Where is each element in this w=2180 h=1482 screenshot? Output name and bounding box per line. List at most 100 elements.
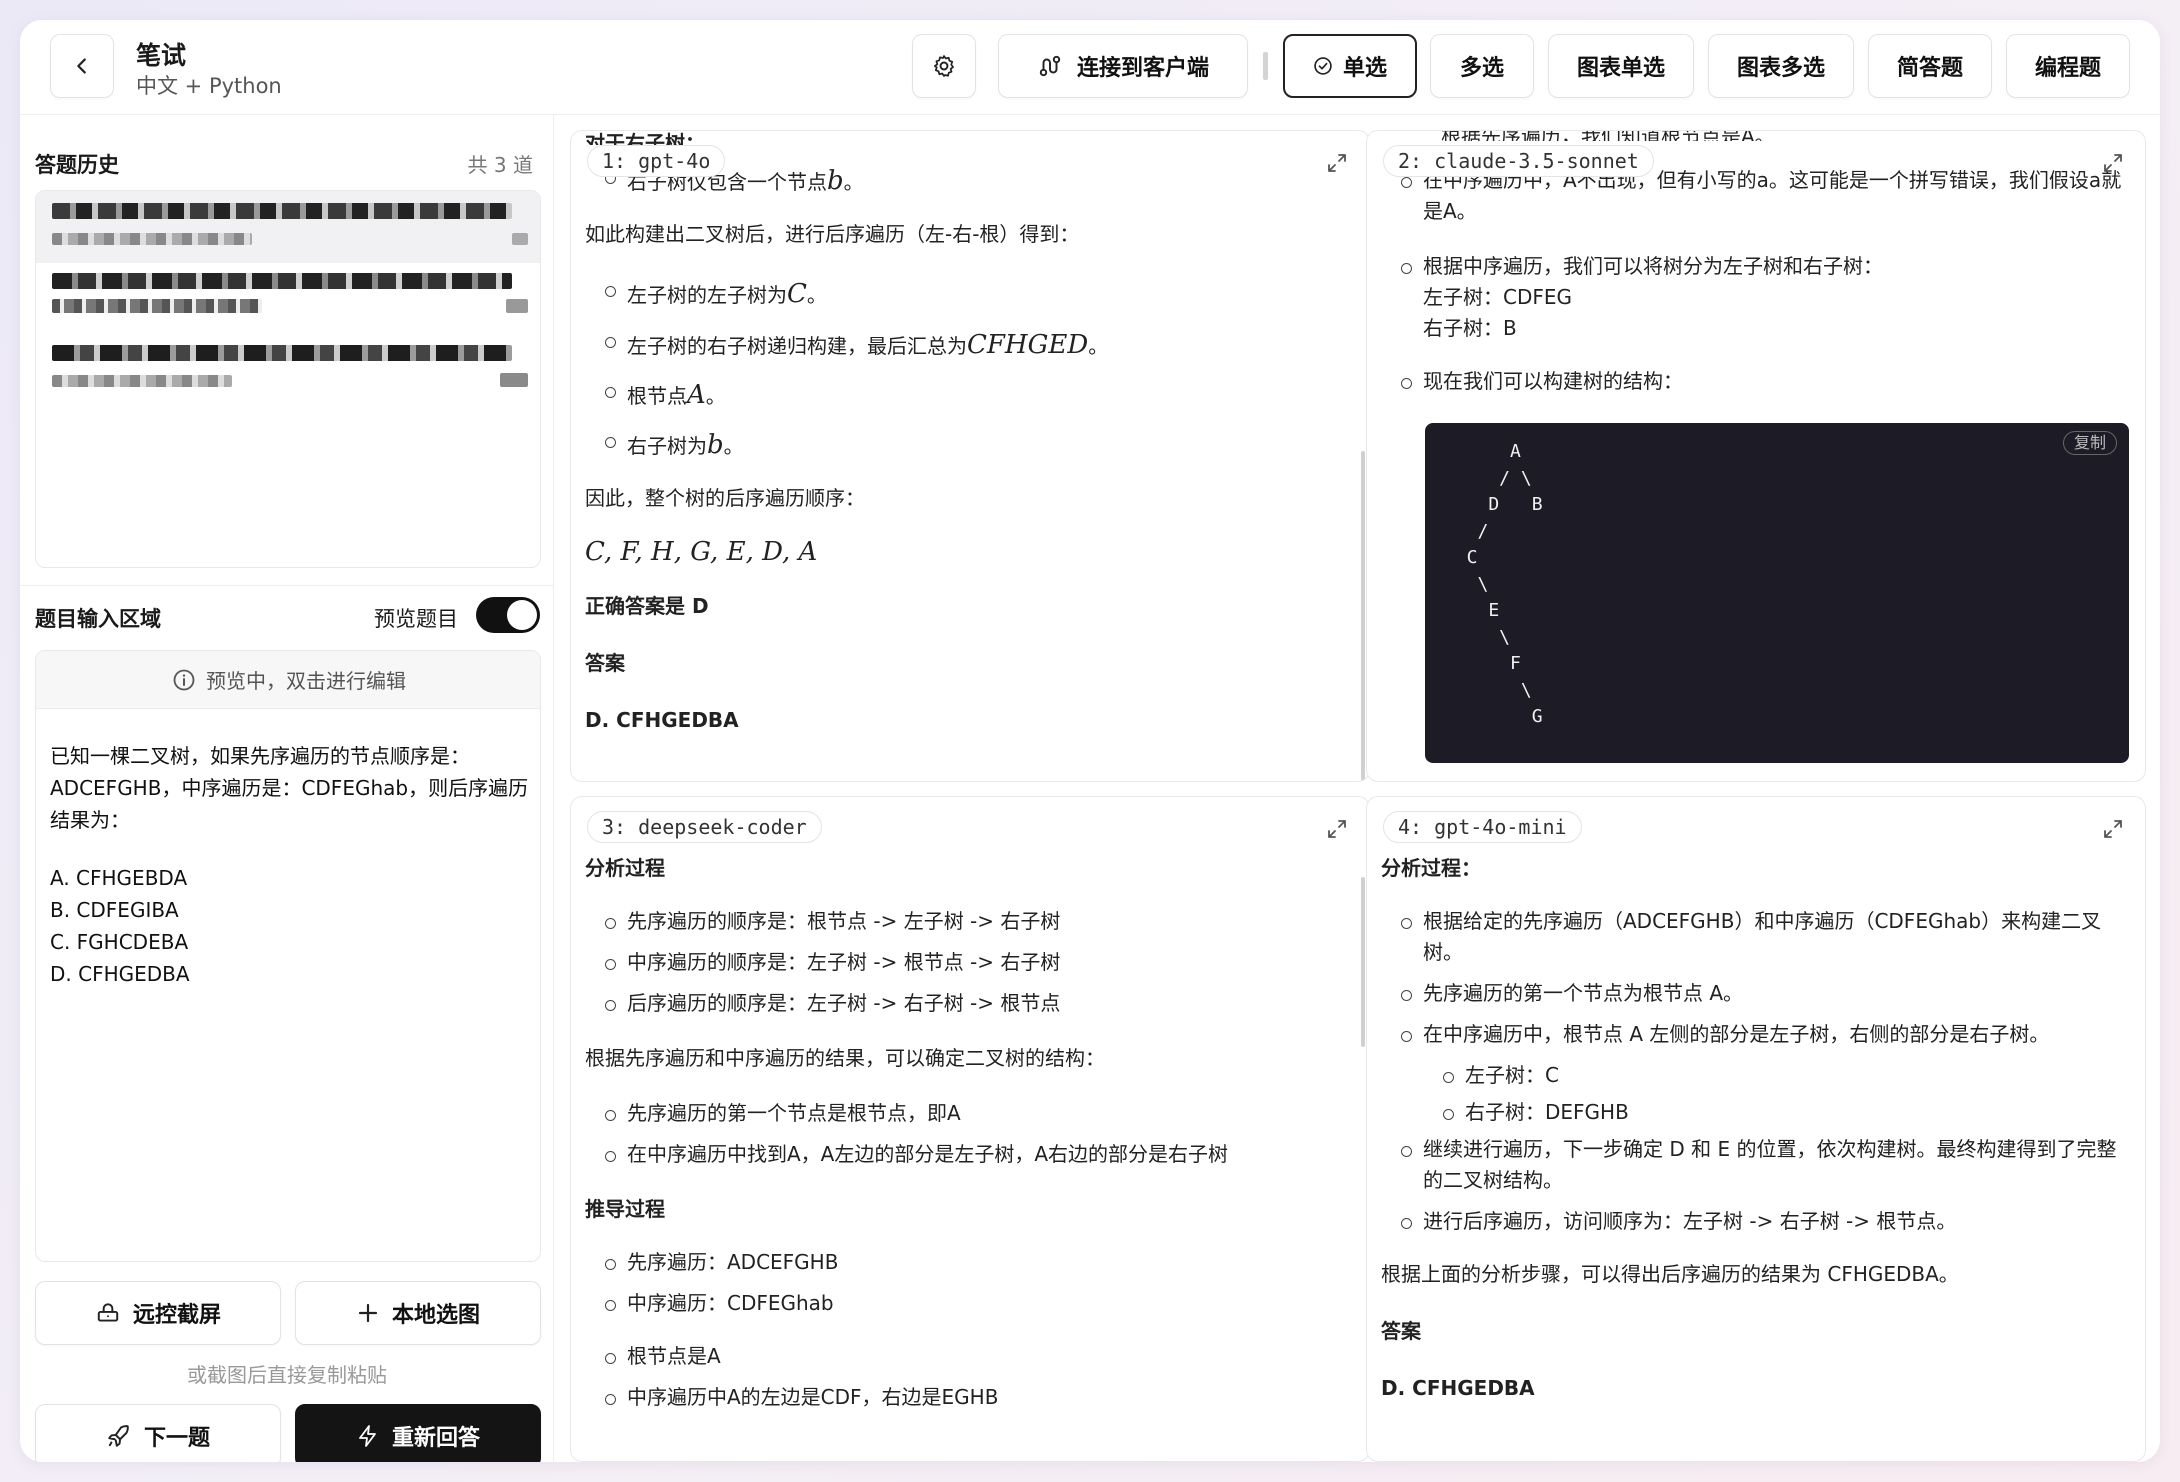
model-tag: 1: gpt-4o xyxy=(587,145,726,177)
list-item: 先序遍历的顺序是：根节点 -> 左子树 -> 右子树 xyxy=(585,906,1353,937)
gear-icon xyxy=(934,55,954,77)
code-text: A / \ D B / C \ E \ F \ G xyxy=(1466,441,1543,727)
preview-label: 预览题目 xyxy=(374,607,458,631)
copy-button[interactable]: 复制 xyxy=(2062,431,2117,455)
reanswer-label: 重新回答 xyxy=(391,1426,480,1451)
history-item[interactable] xyxy=(36,335,540,407)
list-item: 后序遍历的顺序是：左子树 -> 右子树 -> 根节点 xyxy=(585,988,1353,1019)
history-item[interactable] xyxy=(36,191,540,263)
tab-label: 单选 xyxy=(1342,56,1387,81)
local-select-button[interactable]: 本地选图 xyxy=(295,1281,541,1345)
list-item: 中序遍历中A的左边是CDF，右边是EGHB xyxy=(585,1382,1353,1413)
answer-content: 分析过程： 根据给定的先序遍历（ADCEFGHB）和中序遍历（CDFEGhab）… xyxy=(1381,853,2129,1461)
model-tag: 4: gpt-4o-mini xyxy=(1383,811,1582,843)
scrollbar[interactable] xyxy=(1361,877,1365,1047)
question-options: A. CFHGEBDA B. CDFEGIBA C. FGHCDEBA D. C… xyxy=(50,862,190,990)
postorder-sequence: C, F, H, G, E, D, A xyxy=(585,537,818,568)
sub-list-item: 右子树：DEFGHB xyxy=(1381,1097,2129,1128)
model-tag: 2: claude-3.5-sonnet xyxy=(1383,145,1654,177)
option-a: A. CFHGEBDA xyxy=(50,866,188,890)
expand-icon[interactable] xyxy=(2101,817,2125,841)
paragraph: 根据先序遍历和中序遍历的结果，可以确定二叉树的结构： xyxy=(585,1046,1105,1070)
left-sidebar: 答题历史 共 3 道 题目输入区域 预览题目 预览中，双击进行编辑 已知一棵二叉… xyxy=(20,115,554,1462)
cut-line: 对于右子树： xyxy=(585,131,705,145)
list-item: 在中序遍历中找到A，A左边的部分是左子树，A右边的部分是右子树 xyxy=(585,1139,1353,1170)
paragraph: 根据上面的分析步骤，可以得出后序遍历的结果为 CFHGEDBA。 xyxy=(1381,1262,1959,1286)
expand-icon[interactable] xyxy=(1325,151,1349,175)
history-list xyxy=(35,190,541,568)
tab-multi-choice[interactable]: 多选 xyxy=(1430,34,1534,98)
list-item: 先序遍历的第一个节点是根节点，即A xyxy=(585,1098,1353,1129)
list-item: 进行后序遍历，访问顺序为：左子树 -> 右子树 -> 根节点。 xyxy=(1381,1206,2129,1237)
top-bar: 笔试 中文 + Python 连接到客户端 单选 多选 图表单选 图表多选 简答… xyxy=(20,20,2160,115)
option-d: D. CFHGEDBA xyxy=(50,962,190,986)
expand-icon[interactable] xyxy=(2101,151,2125,175)
question-preview[interactable]: 预览中，双击进行编辑 已知一棵二叉树，如果先序遍历的节点顺序是：ADCEFGHB… xyxy=(35,650,541,1262)
tab-label: 多选 xyxy=(1459,56,1504,81)
list-item: 左子树的右子树递归构建，最后汇总为CFHGED。 xyxy=(585,325,1353,365)
input-area-title: 题目输入区域 xyxy=(35,607,161,631)
plus-icon xyxy=(358,1303,378,1323)
cut-line: 根据先序遍历，我们知道根节点是A。 xyxy=(1381,131,2129,141)
tab-programming[interactable]: 编程题 xyxy=(2006,34,2130,98)
list-item: 中序遍历的顺序是：左子树 -> 根节点 -> 右子树 xyxy=(585,947,1353,978)
list-item: 继续进行遍历，下一步确定 D 和 E 的位置，依次构建树。最终构建得到了完整的二… xyxy=(1381,1134,2129,1196)
tab-chart-single[interactable]: 图表单选 xyxy=(1548,34,1694,98)
next-question-label: 下一题 xyxy=(143,1426,210,1451)
check-circle-icon xyxy=(1314,57,1332,75)
expand-icon[interactable] xyxy=(1325,817,1349,841)
list-item: 左子树的左子树为C。 xyxy=(585,274,1353,314)
sub-list-item: 左子树：C xyxy=(1381,1060,2129,1091)
connect-client-label: 连接到客户端 xyxy=(1076,56,1209,81)
answer-content: 根据先序遍历，我们知道根节点是A。 在中序遍历中，A不出现，但有小写的a。这可能… xyxy=(1381,131,2129,781)
settings-button[interactable] xyxy=(912,34,976,98)
reanswer-button[interactable]: 重新回答 xyxy=(295,1404,541,1462)
paragraph: 如此构建出二叉树后，进行后序遍历（左-右-根）得到： xyxy=(585,222,1080,247)
question-text: 已知一棵二叉树，如果先序遍历的节点顺序是：ADCEFGHB，中序遍历是：CDFE… xyxy=(50,744,529,832)
paragraph: 因此，整个树的后序遍历顺序： xyxy=(585,486,865,511)
list-item: 中序遍历：CDFEGhab xyxy=(585,1288,1353,1319)
tab-short-answer[interactable]: 简答题 xyxy=(1868,34,1992,98)
app-window: 笔试 中文 + Python 连接到客户端 单选 多选 图表单选 图表多选 简答… xyxy=(20,20,2160,1462)
tab-label: 编程题 xyxy=(2034,56,2101,81)
chevron-left-icon xyxy=(77,58,86,74)
answer-content: 分析过程 先序遍历的顺序是：根节点 -> 左子树 -> 右子树 中序遍历的顺序是… xyxy=(585,853,1353,1461)
scrollbar[interactable] xyxy=(1361,451,1365,781)
tab-single-choice[interactable]: 单选 xyxy=(1283,34,1417,98)
answer-heading: 答案 xyxy=(585,650,625,675)
divider xyxy=(20,585,554,586)
back-button[interactable] xyxy=(50,34,114,98)
history-item[interactable] xyxy=(36,263,540,335)
tab-chart-multi[interactable]: 图表多选 xyxy=(1708,34,1854,98)
answer-panel-4: 4: gpt-4o-mini 分析过程： 根据给定的先序遍历（ADCEFGHB）… xyxy=(1366,796,2146,1462)
connect-client-button[interactable]: 连接到客户端 xyxy=(998,34,1248,98)
list-item: 现在我们可以构建树的结构： xyxy=(1381,366,2129,397)
next-question-button[interactable]: 下一题 xyxy=(35,1404,281,1462)
option-c: C. FGHCDEBA xyxy=(50,930,189,954)
preview-toggle[interactable] xyxy=(476,597,540,633)
preview-hint-bar: 预览中，双击进行编辑 xyxy=(36,651,540,709)
page-subtitle: 中文 + Python xyxy=(136,74,282,98)
tab-label: 图表多选 xyxy=(1736,56,1825,81)
heading: 分析过程 xyxy=(585,856,665,880)
correct-answer: 正确答案是 D xyxy=(585,593,709,618)
list-item: 根据给定的先序遍历（ADCEFGHB）和中序遍历（CDFEGhab）来构建二叉树… xyxy=(1381,906,2129,968)
remote-capture-button[interactable]: 远控截屏 xyxy=(35,1281,281,1345)
rocket-icon xyxy=(108,1425,129,1447)
answer-heading: 答案 xyxy=(1381,1319,1421,1343)
list-item: 右子树为b。 xyxy=(585,425,1353,465)
paste-hint: 或截图后直接复制粘贴 xyxy=(187,1363,387,1387)
tab-label: 图表单选 xyxy=(1576,56,1665,81)
local-select-label: 本地选图 xyxy=(391,1303,480,1328)
answer-panel-2: 2: claude-3.5-sonnet 根据先序遍历，我们知道根节点是A。 在… xyxy=(1366,130,2146,782)
history-title: 答题历史 xyxy=(35,153,119,177)
toggle-knob xyxy=(507,600,537,630)
option-b: B. CDFEGIBA xyxy=(50,898,179,922)
info-icon xyxy=(173,669,195,690)
history-count: 共 3 道 xyxy=(467,153,533,177)
page-title: 笔试 xyxy=(136,41,187,70)
list-item: 在中序遍历中，根节点 A 左侧的部分是左子树，右侧的部分是右子树。 xyxy=(1381,1019,2129,1050)
list-item: 根节点是A xyxy=(585,1341,1353,1372)
code-block: A / \ D B / C \ E \ F \ G 复制 xyxy=(1425,423,2129,763)
remote-capture-label: 远控截屏 xyxy=(132,1303,221,1328)
